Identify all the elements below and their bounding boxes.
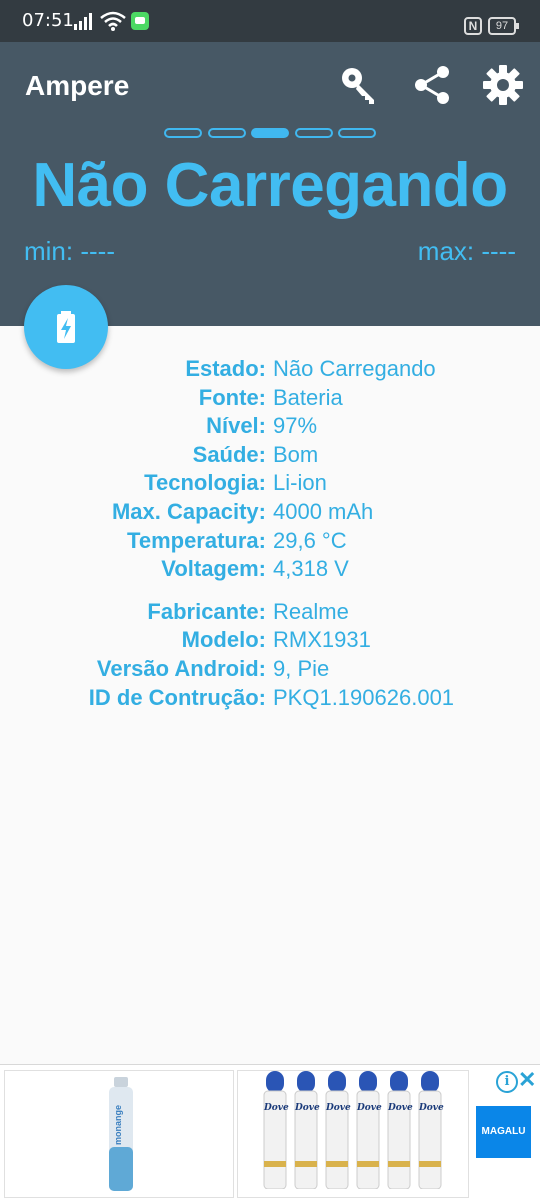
ad-brand-right: Dove	[388, 1103, 413, 1113]
key-icon[interactable]	[338, 64, 380, 106]
info-value: Li-ion	[273, 470, 327, 496]
info-row-modelo: Modelo: RMX1931	[0, 626, 540, 655]
info-row-temperatura: Temperatura: 29,6 °C	[0, 527, 540, 556]
share-icon[interactable]	[411, 64, 453, 106]
info-label: Voltagem:	[161, 556, 266, 582]
max-value: max: ----	[417, 236, 516, 266]
info-row-estado: Estado: Não Carregando	[0, 355, 540, 384]
min-value: min: ----	[24, 236, 115, 266]
info-row-tecnologia: Tecnologia: Li-ion	[0, 469, 540, 498]
app-title: Ampere	[25, 70, 130, 101]
ad-close-icon[interactable]: ✕	[518, 1067, 536, 1093]
info-row-build-id: ID de Contrução: PKQ1.190626.001	[0, 684, 540, 713]
info-row-fonte: Fonte: Bateria	[0, 384, 540, 413]
ad-brand-left: monange	[113, 1105, 123, 1145]
page-indicator	[164, 128, 376, 138]
battery-status-icon: 97	[488, 17, 519, 35]
info-value: Realme	[273, 598, 349, 624]
info-row-saude: Saúde: Bom	[0, 441, 540, 470]
battery-charging-icon	[57, 311, 75, 343]
info-value: PKQ1.190626.001	[273, 684, 455, 710]
ad-product-left[interactable]: monange	[4, 1070, 234, 1198]
info-value: 4,318 V	[273, 556, 349, 582]
info-label: Saúde:	[192, 441, 266, 467]
store-logo[interactable]: MAGALU	[476, 1106, 531, 1158]
ad-info-icon[interactable]: i	[496, 1071, 518, 1093]
deodorant-can-image: monange	[109, 1077, 133, 1191]
info-label: Max. Capacity:	[111, 498, 266, 524]
page-dot[interactable]	[208, 128, 246, 138]
info-value: Não Carregando	[273, 356, 436, 381]
info-value: Bateria	[273, 384, 343, 410]
nfc-icon: N	[464, 17, 482, 35]
deodorant-can-image: Dove	[417, 1071, 444, 1190]
page-dot[interactable]	[295, 128, 333, 138]
info-row-capacity: Max. Capacity: 4000 mAh	[0, 498, 540, 527]
info-row-voltagem: Voltagem: 4,318 V	[0, 555, 540, 584]
deodorant-can-image: Dove	[386, 1071, 413, 1190]
info-row-fabricante: Fabricante: Realme	[0, 598, 540, 627]
info-row-android: Versão Android: 9, Pie	[0, 655, 540, 684]
cell-signal-icon	[74, 13, 92, 30]
info-label: ID de Contrução:	[88, 684, 266, 710]
ad-brand-right: Dove	[295, 1103, 320, 1113]
deodorant-can-image: Dove	[355, 1071, 382, 1190]
page-dot[interactable]	[164, 128, 202, 138]
ad-brand-right: Dove	[357, 1103, 382, 1113]
info-label: Fabricante:	[147, 598, 266, 624]
info-value: 4000 mAh	[273, 498, 374, 524]
deodorant-can-image: Dove	[293, 1071, 320, 1190]
page-dot[interactable]	[338, 128, 376, 138]
settings-gear-icon[interactable]	[482, 64, 524, 106]
info-value: 97%	[273, 413, 318, 439]
deodorant-can-image: Dove	[262, 1071, 289, 1190]
info-row-nivel: Nível: 97%	[0, 412, 540, 441]
info-label: Modelo:	[181, 627, 266, 653]
charging-state-title: Não Carregando	[32, 151, 508, 220]
app-header: Ampere Não Carregando min: ---- max: ---…	[0, 42, 540, 326]
status-time: 07:51	[22, 10, 74, 31]
info-label: Fonte:	[198, 384, 266, 410]
ad-brand-right: Dove	[326, 1103, 351, 1113]
ad-brand-right: Dove	[264, 1103, 289, 1113]
message-notification-icon	[131, 12, 149, 30]
ad-brand-right: Dove	[419, 1103, 444, 1113]
battery-level-text: 97	[495, 20, 509, 32]
info-label: Versão Android:	[96, 655, 266, 681]
page-dot-active[interactable]	[251, 128, 289, 138]
info-value: Bom	[273, 441, 319, 467]
info-label: Tecnologia:	[144, 470, 266, 496]
info-label: Temperatura:	[127, 527, 266, 553]
info-value: RMX1931	[273, 627, 371, 653]
info-list: Estado: Não Carregando Fonte: Bateria Níve…	[0, 355, 540, 712]
deodorant-can-image: Dove	[324, 1071, 351, 1190]
wifi-icon	[100, 11, 126, 31]
ad-banner[interactable]: monange Dove Dove Dove Dove Dove Dove i	[0, 1064, 540, 1201]
info-label: Nível:	[206, 413, 266, 439]
info-value: 9, Pie	[273, 655, 330, 681]
info-label: Estado:	[185, 356, 266, 381]
status-bar: 07:51 N 97	[0, 0, 540, 42]
info-value: 29,6 °C	[273, 527, 347, 553]
